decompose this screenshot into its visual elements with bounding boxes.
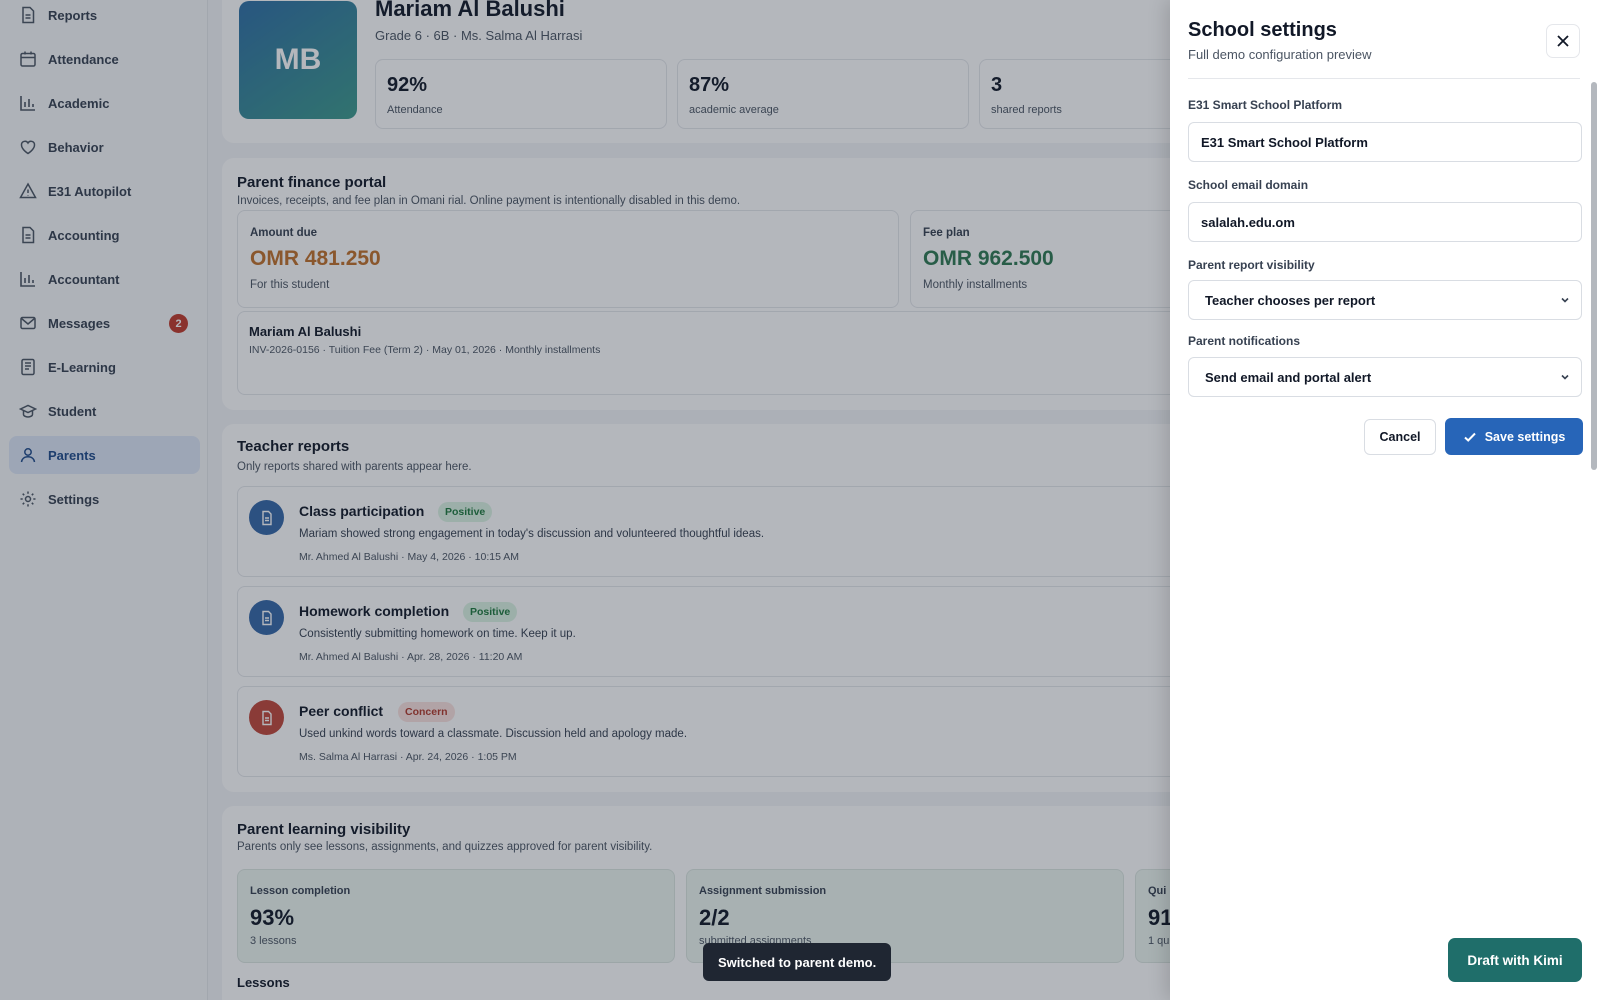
email-domain-label: School email domain [1188, 178, 1309, 192]
platform-name-label: E31 Smart School Platform [1188, 98, 1343, 112]
settings-panel: School settings Full demo configuration … [1170, 0, 1600, 1000]
panel-title: School settings [1188, 19, 1337, 41]
toast-notification: Switched to parent demo. [703, 943, 892, 981]
modal-backdrop[interactable] [0, 0, 1170, 1000]
select-value: Teacher chooses per report [1205, 292, 1376, 308]
report-visibility-select[interactable]: Teacher chooses per report [1188, 280, 1582, 320]
divider [1188, 78, 1580, 79]
check-icon [1464, 432, 1476, 442]
draft-with-kimi-button[interactable]: Draft with Kimi [1448, 938, 1582, 982]
close-icon [1557, 35, 1569, 47]
email-domain-input[interactable]: salalah.edu.om [1188, 202, 1582, 242]
save-settings-button[interactable]: Save settings [1445, 418, 1583, 455]
notifications-label: Parent notifications [1188, 334, 1301, 348]
save-label: Save settings [1484, 429, 1566, 444]
chevron-down-icon [1561, 297, 1569, 303]
select-value: Send email and portal alert [1205, 369, 1372, 385]
report-visibility-label: Parent report visibility [1188, 258, 1315, 272]
panel-subtitle: Full demo configuration preview [1188, 47, 1372, 62]
cancel-button[interactable]: Cancel [1364, 419, 1436, 455]
notifications-select[interactable]: Send email and portal alert [1188, 357, 1582, 397]
platform-name-input[interactable]: E31 Smart School Platform [1188, 122, 1582, 162]
chevron-down-icon [1561, 374, 1569, 380]
panel-scrollbar[interactable] [1591, 82, 1597, 470]
close-button[interactable] [1546, 24, 1580, 58]
